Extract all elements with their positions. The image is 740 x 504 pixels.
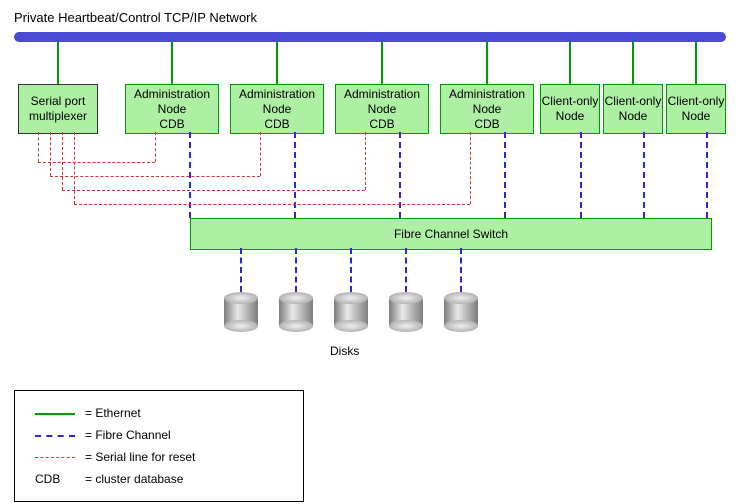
legend-serial-label: = Serial line for reset xyxy=(81,447,199,467)
serial-multiplexer-label: Serial portmultiplexer xyxy=(19,94,97,124)
admin-node-3-label: AdministrationNodeCDB xyxy=(336,87,428,132)
client-node-1: Client-onlyNode xyxy=(540,84,600,134)
disk-icon xyxy=(224,292,258,332)
disk-icon xyxy=(389,292,423,332)
client-node-3: Client-onlyNode xyxy=(666,84,726,134)
fibre-switch-label: Fibre Channel Switch xyxy=(191,227,711,242)
fibre-line xyxy=(460,248,462,292)
serial-line xyxy=(50,176,260,177)
legend-cdb-label: = cluster database xyxy=(81,469,199,489)
legend-fibre-icon xyxy=(35,435,75,437)
network-title: Private Heartbeat/Control TCP/IP Network xyxy=(14,10,257,25)
ethernet-line xyxy=(171,42,173,84)
admin-node-3: AdministrationNodeCDB xyxy=(335,84,429,134)
legend-ethernet-label: = Ethernet xyxy=(81,403,199,423)
client-node-1-label: Client-onlyNode xyxy=(541,94,599,124)
fibre-line xyxy=(189,132,191,218)
ethernet-line xyxy=(695,42,697,84)
admin-node-4-label: AdministrationNodeCDB xyxy=(441,87,533,132)
admin-node-1: AdministrationNodeCDB xyxy=(125,84,219,134)
disk-icon xyxy=(279,292,313,332)
disk-icon xyxy=(334,292,368,332)
serial-line xyxy=(38,132,39,162)
admin-node-1-label: AdministrationNodeCDB xyxy=(126,87,218,132)
serial-line xyxy=(62,190,365,191)
serial-line xyxy=(470,132,471,204)
fibre-line xyxy=(580,132,582,218)
fibre-line xyxy=(294,132,296,218)
ethernet-line xyxy=(632,42,634,84)
serial-line xyxy=(365,132,366,190)
serial-line xyxy=(74,204,470,205)
disks-label: Disks xyxy=(330,344,359,358)
ethernet-line xyxy=(276,42,278,84)
serial-line xyxy=(74,132,75,204)
serial-line xyxy=(62,132,63,190)
legend-serial-icon xyxy=(35,457,75,458)
legend-ethernet-icon xyxy=(35,413,75,415)
client-node-2-label: Client-onlyNode xyxy=(604,94,662,124)
serial-line xyxy=(50,132,51,176)
fibre-line xyxy=(706,132,708,218)
fibre-line xyxy=(405,248,407,292)
legend-cdb-key: CDB xyxy=(31,469,79,489)
legend-fibre-label: = Fibre Channel xyxy=(81,425,199,445)
fibre-line xyxy=(240,248,242,292)
fibre-switch: Fibre Channel Switch xyxy=(190,218,712,250)
network-bus xyxy=(14,32,726,42)
ethernet-line xyxy=(569,42,571,84)
disk-icon xyxy=(444,292,478,332)
admin-node-2: AdministrationNodeCDB xyxy=(230,84,324,134)
fibre-line xyxy=(504,132,506,218)
fibre-line xyxy=(350,248,352,292)
admin-node-4: AdministrationNodeCDB xyxy=(440,84,534,134)
fibre-line xyxy=(295,248,297,292)
client-node-2: Client-onlyNode xyxy=(603,84,663,134)
fibre-line xyxy=(399,132,401,218)
admin-node-2-label: AdministrationNodeCDB xyxy=(231,87,323,132)
client-node-3-label: Client-onlyNode xyxy=(667,94,725,124)
fibre-line xyxy=(643,132,645,218)
ethernet-line xyxy=(381,42,383,84)
serial-line xyxy=(38,162,155,163)
legend: = Ethernet= Fibre Channel= Serial line f… xyxy=(14,390,304,502)
ethernet-line xyxy=(486,42,488,84)
serial-multiplexer: Serial portmultiplexer xyxy=(18,84,98,134)
ethernet-line xyxy=(57,42,59,84)
serial-line xyxy=(155,132,156,162)
serial-line xyxy=(260,132,261,176)
